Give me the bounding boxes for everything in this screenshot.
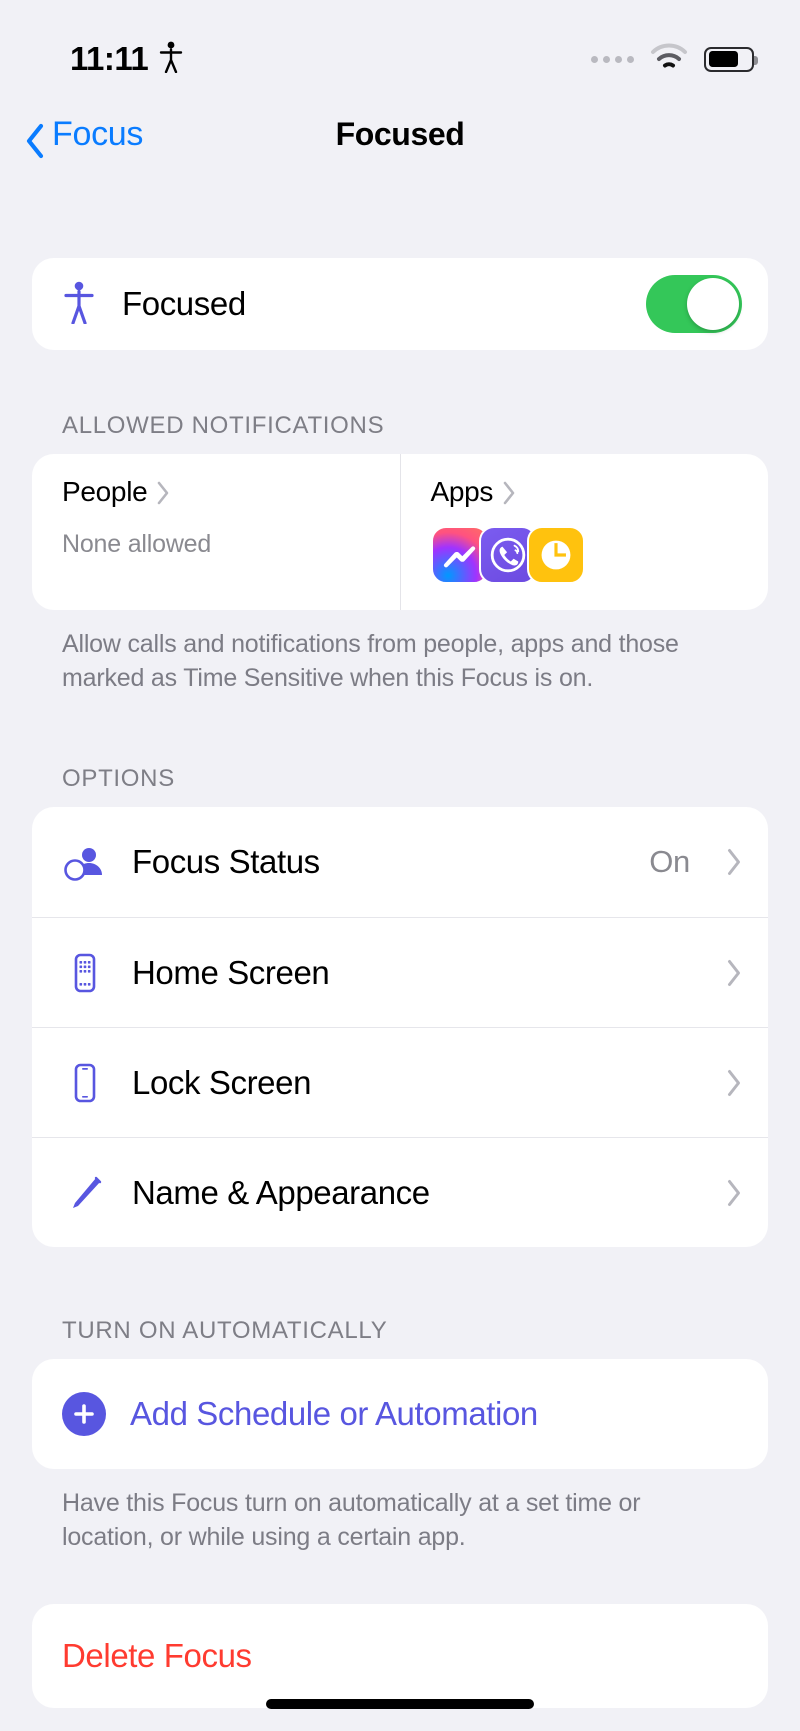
status-time: 11:11 [70,40,149,77]
delete-focus-button[interactable]: Delete Focus [32,1604,768,1708]
pencil-icon [62,1170,108,1216]
settings-content: Focused ALLOWED NOTIFICATIONS People Non… [0,176,800,1708]
home-screen-phone-grid-icon [62,950,108,996]
turn-on-automatically-footnote: Have this Focus turn on automatically at… [62,1489,641,1551]
add-schedule-or-automation-button[interactable]: Add Schedule or Automation [32,1359,768,1469]
plus-circle-icon [62,1392,106,1436]
status-bar-left: 11:11 [70,40,184,78]
allowed-notifications-header: ALLOWED NOTIFICATIONS [62,412,385,439]
focus-status-person-moon-icon [62,839,108,885]
option-row-lock-screen[interactable]: Lock Screen [32,1027,768,1137]
allowed-notifications-card: People None allowed Apps [32,454,768,610]
status-bar-right [591,43,758,76]
delete-focus-card: Delete Focus [32,1604,768,1708]
options-card: Focus Status On Home Screen Lock Screen … [32,807,768,1247]
chevron-right-icon [726,1069,742,1097]
turn-on-automatically-header: TURN ON AUTOMATICALLY [62,1317,388,1344]
option-label: Focus Status [132,843,320,880]
lock-screen-phone-icon [62,1060,108,1106]
home-indicator[interactable] [266,1699,534,1709]
apps-header: Apps [431,476,743,508]
option-row-focus-status[interactable]: Focus Status On [32,807,768,917]
phone-screen: 11:11 Focus Focused Focused ALLOWED NOTI… [0,0,800,1731]
allowed-notifications-footnote: Allow calls and notifications from peopl… [62,630,679,692]
back-button[interactable]: Focus [24,114,144,159]
cellular-dots-icon [591,55,634,63]
chevron-right-icon [502,481,516,505]
option-label: Home Screen [132,953,330,991]
people-header: People [62,476,374,508]
battery-icon [704,46,758,72]
focus-master-row[interactable]: Focused [32,258,768,350]
accessibility-person-icon [158,41,184,78]
back-label: Focus [52,114,144,153]
nav-bar: Focus Focused [0,92,800,176]
option-row-name-appearance[interactable]: Name & Appearance [32,1137,768,1247]
chevron-right-icon [726,1179,742,1207]
people-label: People [62,476,148,507]
option-row-home-screen[interactable]: Home Screen [32,917,768,1027]
accessibility-person-icon [62,280,96,329]
focus-master-label: Focused [122,285,246,322]
chevron-right-icon [156,481,170,505]
wifi-icon [650,43,688,76]
option-label: Lock Screen [132,1063,312,1101]
clock-app-icon [526,526,585,584]
allowed-notifications-split: People None allowed Apps [32,454,768,610]
options-header: OPTIONS [62,765,175,792]
chevron-right-icon [726,959,742,987]
allowed-apps-icon-stack [430,526,743,584]
apps-label: Apps [430,476,494,507]
chevron-right-icon [726,848,742,876]
focus-enabled-toggle[interactable] [646,275,742,333]
delete-focus-label: Delete Focus [62,1637,252,1674]
people-value: None allowed [62,530,212,558]
option-label: Name & Appearance [132,1173,430,1211]
status-bar: 11:11 [0,0,800,92]
turn-on-automatically-card: Add Schedule or Automation [32,1359,768,1469]
people-cell[interactable]: People None allowed [32,454,400,610]
focus-master-card: Focused [32,258,768,350]
apps-cell[interactable]: Apps [399,454,769,610]
focus-status-value: On [649,844,690,879]
add-schedule-label: Add Schedule or Automation [130,1395,538,1432]
chevron-left-icon [24,123,46,159]
toggle-knob [687,278,739,330]
